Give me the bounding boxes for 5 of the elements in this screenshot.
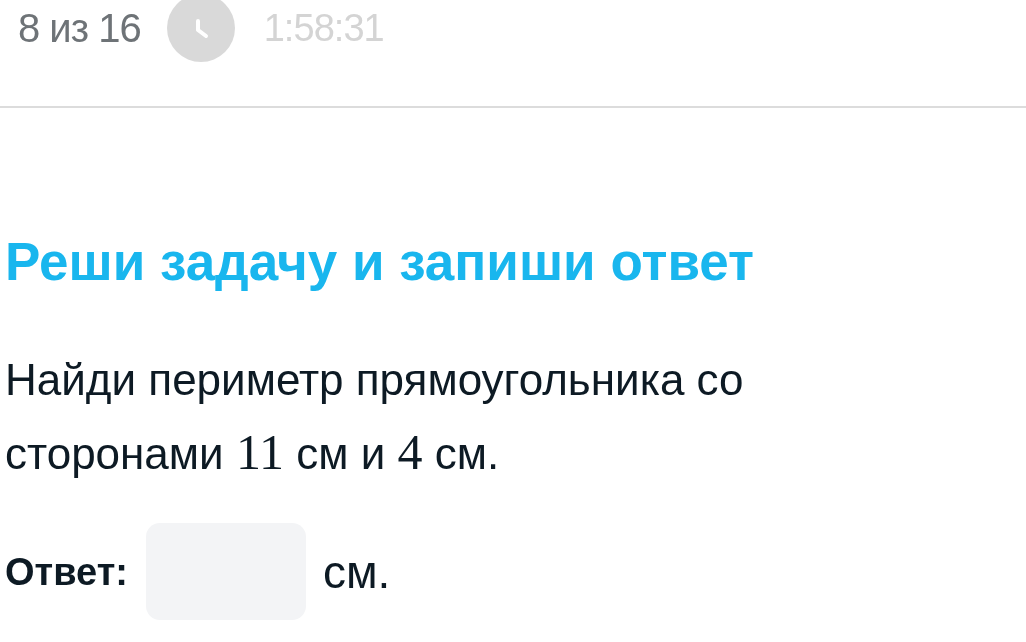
question-counter: 8 из 16 xyxy=(18,8,141,48)
task-title: Реши задачу и запиши ответ xyxy=(5,232,754,292)
answer-label: Ответ: xyxy=(5,552,128,591)
task-statement: Найди периметр прямоугольника со сторонами 11 см и 4 см. xyxy=(5,354,745,482)
unit-text: см. xyxy=(322,548,391,595)
